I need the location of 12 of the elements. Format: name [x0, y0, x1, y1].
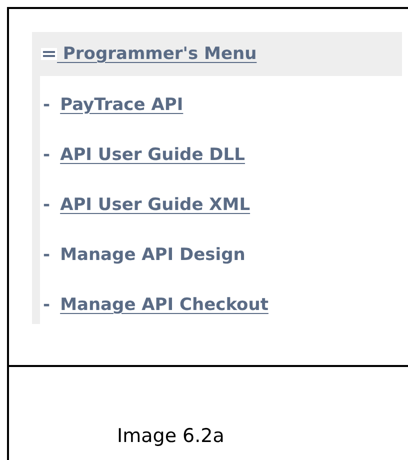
- menu-icon: [41, 48, 57, 60]
- menu-link[interactable]: Manage API Checkout: [60, 295, 268, 315]
- menu-link[interactable]: API User Guide XML: [60, 195, 250, 215]
- menu-title-link[interactable]: Programmer's Menu: [57, 44, 257, 64]
- bullet-dash: -: [43, 195, 50, 215]
- menu-link[interactable]: API User Guide DLL: [60, 145, 245, 165]
- menu-link[interactable]: PayTrace API: [60, 95, 184, 115]
- bullet-dash: -: [43, 95, 50, 115]
- bullet-dash: -: [43, 145, 50, 165]
- bullet-dash: -: [43, 245, 50, 265]
- caption: Image 6.2a: [117, 425, 224, 447]
- bullet-dash: -: [43, 295, 50, 315]
